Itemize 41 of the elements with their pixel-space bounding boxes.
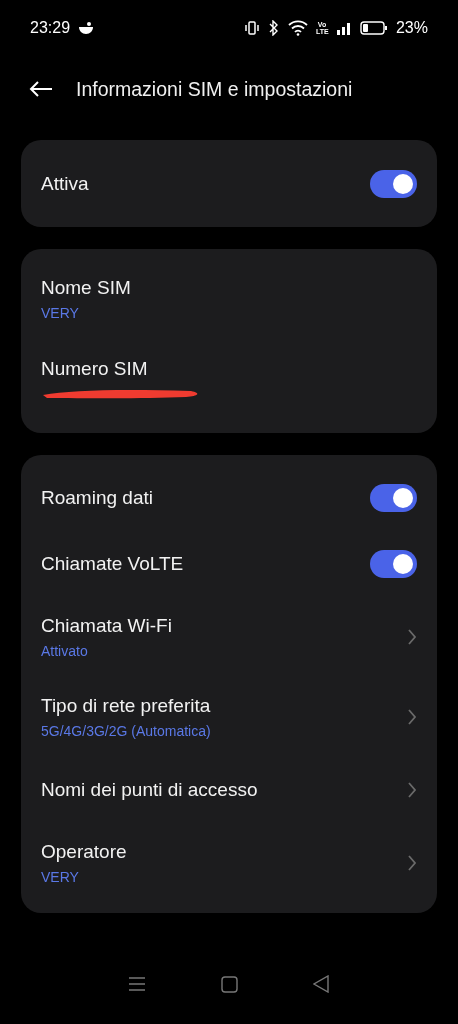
settings-row[interactable]: Chiamate VoLTE <box>41 531 417 597</box>
toggle-switch[interactable] <box>370 484 417 512</box>
setting-label: Numero SIM <box>41 358 149 380</box>
setting-label: Chiamate VoLTE <box>41 553 185 575</box>
settings-row[interactable]: Numero SIM <box>41 337 417 421</box>
setting-value: 5G/4G/3G/2G (Automatica) <box>41 723 212 739</box>
toggle-switch[interactable] <box>370 550 417 578</box>
settings-row[interactable]: Tipo di rete preferita 5G/4G/3G/2G (Automatica) <box>41 677 417 757</box>
chevron-right-icon <box>407 854 417 872</box>
settings-row[interactable]: Roaming dati <box>41 465 417 531</box>
settings-row[interactable]: Nomi dei punti di accesso <box>41 757 417 823</box>
chevron-right-icon <box>407 708 417 726</box>
setting-label: Tipo di rete preferita <box>41 695 212 717</box>
menu-icon[interactable] <box>127 976 146 992</box>
settings-row[interactable]: Nome SIM VERY <box>41 261 417 337</box>
chevron-right-icon <box>407 628 417 646</box>
setting-label: Chiamata Wi-Fi <box>41 615 173 637</box>
settings-row[interactable]: Attiva <box>41 140 417 227</box>
setting-label: Attiva <box>41 172 90 195</box>
setting-label: Nome SIM <box>41 277 132 299</box>
vibrate-icon <box>243 21 260 35</box>
status-time: 23:29 <box>30 19 71 37</box>
setting-value: VERY <box>41 305 80 321</box>
setting-value: VERY <box>41 869 80 885</box>
toggle-switch[interactable] <box>370 169 417 198</box>
setting-value: Attivato <box>41 643 89 659</box>
battery-icon <box>359 21 388 35</box>
settings-row[interactable]: Chiamata Wi-Fi Attivato <box>41 597 417 677</box>
page-title: Informazioni SIM e impostazioni <box>76 77 353 101</box>
notification-icon <box>78 21 95 35</box>
setting-label: Roaming dati <box>41 487 154 509</box>
setting-label: Operatore <box>41 841 128 863</box>
bluetooth-icon <box>267 20 280 36</box>
chevron-right-icon <box>407 781 417 799</box>
home-button[interactable] <box>221 975 238 993</box>
wifi-icon <box>287 20 308 36</box>
settings-row[interactable]: Operatore VERY <box>41 823 417 903</box>
setting-label: Nomi dei punti di accesso <box>41 779 259 801</box>
signal-icon <box>335 21 352 35</box>
battery-percentage: 23% <box>395 19 428 37</box>
back-triangle-icon[interactable] <box>313 975 331 993</box>
